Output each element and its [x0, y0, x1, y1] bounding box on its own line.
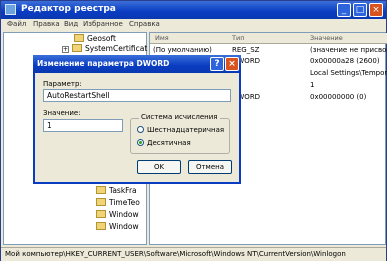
tree-item[interactable]: TimeTeo [96, 198, 140, 209]
value-label: Значение: [43, 109, 81, 117]
maximize-button[interactable]: □ [353, 3, 367, 17]
radio-on-icon [137, 139, 144, 146]
decimal-radio[interactable]: Десятичная [137, 139, 191, 147]
tree-item[interactable]: Window [96, 222, 139, 233]
window-title: Редактор реестра [21, 4, 116, 14]
list-header: Имя Тип Значение [150, 33, 387, 44]
column-type[interactable]: Тип [232, 34, 244, 42]
dialog-title-bar: Изменение параметра DWORD ? × [33, 55, 241, 73]
registry-icon [5, 4, 16, 15]
menu-favorites[interactable]: Избранное [83, 20, 123, 28]
status-bar: Мой компьютер\HKEY_CURRENT_USER\Software… [1, 247, 386, 261]
menu-file[interactable]: Файл [7, 20, 26, 28]
menu-help[interactable]: Справка [129, 20, 160, 28]
expand-icon[interactable]: + [62, 46, 69, 53]
base-group-title: Система исчисления [139, 113, 220, 121]
menu-edit[interactable]: Правка [33, 20, 60, 28]
base-groupbox [130, 118, 230, 154]
dialog-close-button[interactable]: × [225, 57, 239, 71]
help-button[interactable]: ? [210, 57, 224, 71]
folder-icon [96, 210, 106, 218]
hex-radio[interactable]: Шестнадцатеричная [137, 126, 224, 134]
folder-icon [96, 186, 106, 194]
ok-button[interactable]: OK [137, 160, 181, 174]
menu-bar: Файл Правка Вид Избранное Справка [1, 19, 386, 31]
column-name[interactable]: Имя [155, 34, 169, 42]
cancel-button[interactable]: Отмена [188, 160, 232, 174]
status-path: Мой компьютер\HKEY_CURRENT_USER\Software… [5, 250, 346, 258]
minimize-button[interactable]: _ [337, 3, 351, 17]
tree-item[interactable]: TaskFra [96, 186, 137, 197]
column-value[interactable]: Значение [310, 34, 343, 42]
folder-icon [74, 34, 84, 42]
folder-icon [72, 44, 82, 52]
tree-item[interactable]: Window [96, 210, 139, 221]
radio-off-icon [137, 126, 144, 133]
menu-view[interactable]: Вид [64, 20, 78, 28]
value-field[interactable]: 1 [43, 119, 123, 132]
folder-icon [96, 198, 106, 206]
tree-item[interactable]: + SystemCertificat [62, 44, 147, 55]
folder-icon [96, 222, 106, 230]
dialog-title: Изменение параметра DWORD [37, 59, 170, 68]
param-label: Параметр: [43, 80, 82, 88]
edit-dword-dialog: Изменение параметра DWORD ? × Параметр: … [33, 55, 241, 184]
close-button[interactable]: × [369, 3, 383, 17]
param-name-field[interactable]: AutoRestartShell [43, 89, 231, 102]
title-bar: Редактор реестра _ □ × [1, 1, 386, 19]
